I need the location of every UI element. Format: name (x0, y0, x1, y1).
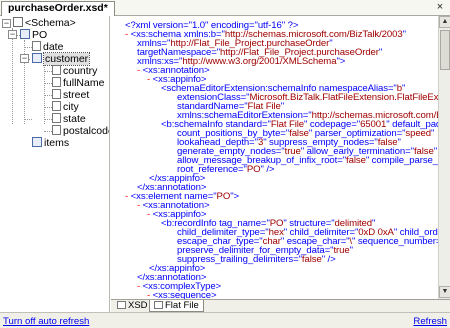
tab-label: Flat File (165, 300, 199, 311)
refresh-link[interactable]: Refresh (413, 316, 447, 327)
xml-token: " (378, 47, 383, 58)
tree-node-label: PO (32, 29, 48, 41)
xml-token: PO (216, 191, 231, 202)
tree-node-items[interactable]: items (32, 137, 69, 149)
scroll-up-icon[interactable]: ▲ (439, 16, 450, 28)
scroll-down-icon[interactable]: ▼ (439, 286, 450, 298)
tree-node-fullname[interactable]: fullName (52, 77, 104, 89)
xml-token: false (346, 155, 366, 166)
flat-file-icon (154, 301, 163, 309)
vertical-scrollbar[interactable]: ▲ ▼ (438, 16, 450, 299)
scroll-thumb[interactable] (440, 30, 450, 70)
tab-xsd[interactable]: XSD (113, 300, 153, 312)
document-tab-bar: purchaseOrder.xsd* × (0, 0, 450, 16)
field-icon (52, 125, 61, 135)
record-icon (20, 29, 30, 39)
xml-view[interactable]: <?xml version="1.0" encoding="utf-16" ?>… (111, 16, 438, 299)
tree-node-label: fullName (63, 77, 105, 89)
xsd-icon (117, 301, 126, 309)
close-icon[interactable]: × (434, 1, 446, 13)
xml-token: "> (336, 56, 346, 67)
xml-token: " /> (260, 164, 275, 175)
record-icon (32, 53, 42, 63)
tree-node-street[interactable]: street (52, 89, 89, 101)
tree-node-label: state (63, 113, 86, 125)
xml-token: " (431, 128, 435, 139)
xml-token: " compile_parse_tables=" (365, 155, 438, 166)
tree-node-label: city (63, 101, 79, 113)
tab-flat-file[interactable]: Flat File (149, 300, 204, 312)
tree-node-country[interactable]: country (52, 65, 97, 77)
xml-token: " (402, 29, 406, 40)
collapse-icon[interactable]: − (20, 54, 29, 63)
tree-node-state[interactable]: state (52, 113, 86, 125)
record-icon (32, 137, 42, 147)
collapse-icon[interactable]: − (2, 19, 11, 28)
tree-node-date[interactable]: date (32, 41, 63, 53)
xml-token: false (301, 254, 322, 265)
tree-node-schema[interactable]: <Schema> (13, 17, 76, 29)
tree-node-customer[interactable]: customer (32, 52, 91, 66)
tree-node-label: date (43, 41, 64, 53)
xml-token: "> (230, 191, 240, 202)
field-icon (52, 101, 61, 111)
document-tab[interactable]: purchaseOrder.xsd* (1, 1, 115, 16)
field-icon (52, 65, 61, 75)
xml-line: - <xs:sequence> (147, 290, 217, 299)
field-icon (32, 41, 41, 51)
schema-icon (13, 17, 23, 27)
xml-token: PO (246, 164, 261, 175)
xml-token: " sequence_number=" (351, 236, 438, 247)
field-icon (52, 113, 61, 123)
tree-node-po[interactable]: PO (20, 29, 47, 41)
turn-off-auto-refresh-link[interactable]: Turn off auto refresh (3, 316, 89, 327)
collapse-icon[interactable]: − (8, 30, 17, 39)
tab-label: XSD (128, 300, 148, 311)
tree-node-label: postalcode (63, 125, 110, 137)
tree-node-label: country (63, 65, 98, 77)
xml-token: speed (405, 128, 432, 139)
view-tab-bar: XSD Flat File (111, 299, 450, 312)
tree-node-label: items (44, 137, 70, 149)
xml-token: " /> (321, 254, 336, 265)
xml-token: <xs:sequence> (152, 290, 217, 299)
tree-node-label: street (63, 89, 90, 101)
field-icon (52, 77, 61, 87)
field-icon (52, 89, 61, 99)
schema-tree: − <Schema> − PO date − customer country … (0, 16, 110, 312)
tree-node-label: customer (42, 52, 91, 66)
tree-node-city[interactable]: city (52, 101, 79, 113)
tree-node-postalcode[interactable]: postalcode (52, 125, 110, 137)
status-bar: Turn off auto refresh Refresh (0, 312, 450, 328)
tree-node-label: <Schema> (25, 17, 76, 29)
xml-token: " (349, 245, 353, 256)
